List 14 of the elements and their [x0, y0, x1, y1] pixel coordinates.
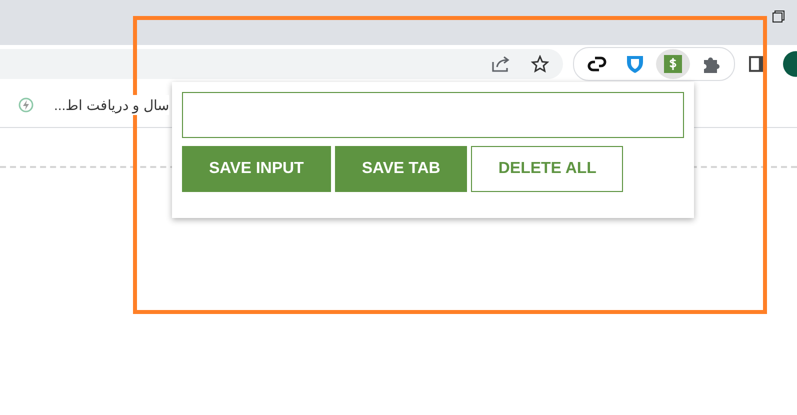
input-field[interactable] [182, 92, 684, 138]
share-icon[interactable] [491, 54, 512, 72]
star-icon[interactable] [531, 54, 550, 72]
profile-avatar[interactable] [783, 50, 797, 76]
restore-window-icon[interactable] [772, 10, 785, 23]
lightning-icon [18, 96, 34, 112]
save-button[interactable]: SAVE TAB [334, 146, 468, 192]
side-panel-icon[interactable] [749, 56, 766, 72]
bookmark-link[interactable]: سال و دریافت اط... [54, 94, 170, 114]
dollar-icon [664, 54, 682, 72]
save-button[interactable]: SAVE INPUT [182, 146, 331, 192]
shield-icon [626, 54, 644, 74]
chain-link-icon [587, 54, 608, 74]
delete-button[interactable]: DELETE ALL [471, 146, 624, 192]
